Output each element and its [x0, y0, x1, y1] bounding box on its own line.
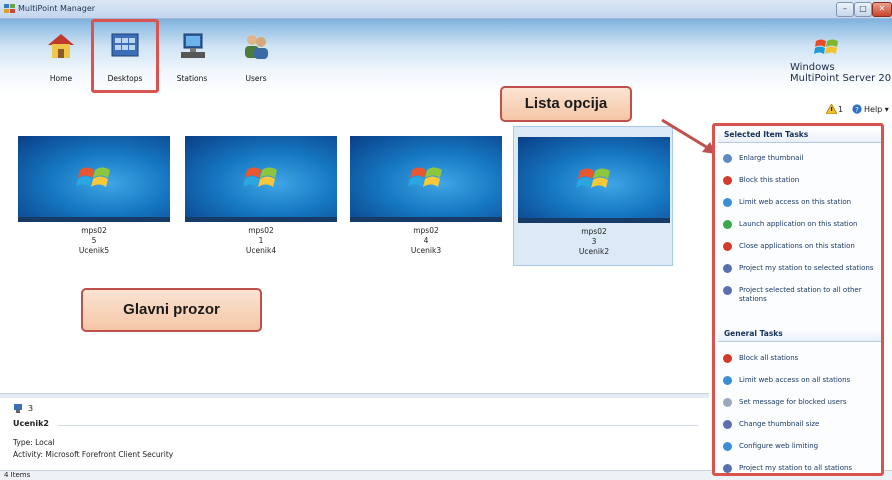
- station-tile[interactable]: mps02 4 Ucenik3: [346, 126, 506, 266]
- close-button[interactable]: ✕: [872, 2, 892, 17]
- status-text: 4 Items: [4, 471, 31, 479]
- tile-station: 1: [258, 236, 264, 245]
- nav-stations-label: Stations: [176, 74, 208, 83]
- users-icon: [245, 35, 268, 59]
- task-label: Enlarge thumbnail: [739, 154, 804, 162]
- windows-flag-icon: [243, 167, 277, 187]
- callout-arrow: [661, 118, 716, 154]
- minimize-button[interactable]: –: [836, 2, 854, 17]
- task-label: Project selected station to all other st…: [739, 286, 862, 303]
- zoom-icon: [723, 154, 732, 163]
- project-my-all-icon: [723, 464, 732, 473]
- tile-host: mps02: [581, 227, 607, 236]
- details-activity: Activity: Microsoft Forefront Client Sec…: [13, 450, 174, 459]
- nav-home[interactable]: Home: [31, 20, 91, 90]
- callout-main-window: Glavni prozor: [81, 288, 262, 332]
- configure-web-icon: [723, 442, 732, 451]
- tile-user: Ucenik2: [578, 247, 610, 256]
- tile-host: mps02: [413, 226, 439, 235]
- tile-host: mps02: [81, 226, 107, 235]
- task-label: Project my station to selected stations: [739, 264, 874, 272]
- details-divider: [58, 425, 698, 426]
- nav-users-label: Users: [245, 74, 267, 83]
- help-menu[interactable]: Help ▾: [864, 105, 889, 114]
- warning-icon[interactable]: [826, 104, 837, 114]
- tile-user: Ucenik3: [410, 246, 442, 255]
- info-icon: [723, 398, 732, 407]
- web-limit-icon: [723, 198, 732, 207]
- task-label: Limit web access on this station: [739, 198, 852, 206]
- details-name: Ucenik2: [13, 419, 49, 428]
- block-all-icon: [723, 354, 732, 363]
- project-all-icon: [723, 286, 732, 295]
- tile-station: 5: [91, 236, 97, 245]
- task-label: Block all stations: [739, 354, 799, 362]
- tile-user: Ucenik4: [245, 246, 277, 255]
- help-icon[interactable]: ?: [852, 104, 862, 114]
- task-label: Launch application on this station: [739, 220, 858, 228]
- station-icon: [14, 404, 22, 413]
- title-bar: [0, 0, 892, 19]
- nav-home-label: Home: [49, 74, 73, 83]
- task-panel: Selected Item Tasks General Tasks Enlarg…: [712, 123, 884, 476]
- callout-options-list: Lista opcija: [500, 86, 632, 122]
- task-label: Project my station to all stations: [739, 464, 853, 472]
- station-thumbnail: [18, 136, 170, 222]
- tile-info: mps02 5 Ucenik5: [14, 226, 174, 256]
- maximize-button[interactable]: □: [854, 2, 872, 17]
- app-icon: [4, 4, 15, 13]
- station-thumbnail: [518, 137, 670, 223]
- task-label: Limit web access on all stations: [739, 376, 851, 384]
- brand-windows: Windows: [790, 62, 835, 73]
- station-thumbnail: [350, 136, 502, 222]
- svg-text:?: ?: [855, 106, 859, 114]
- block-icon: [723, 176, 732, 185]
- task-label: Configure web limiting: [739, 442, 819, 450]
- details-station-number: 3: [28, 404, 34, 413]
- selected-tasks-header: Selected Item Tasks: [718, 128, 881, 143]
- toolbar: [0, 97, 892, 121]
- general-tasks-header: General Tasks: [718, 327, 881, 342]
- nav-users[interactable]: Users: [226, 20, 286, 90]
- station-tile[interactable]: mps02 5 Ucenik5: [14, 126, 174, 266]
- windows-flag-icon: [576, 168, 610, 188]
- thumbnail-size-icon: [723, 420, 732, 429]
- tile-host: mps02: [248, 226, 274, 235]
- task-label: Block this station: [739, 176, 800, 184]
- tile-user: Ucenik5: [78, 246, 110, 255]
- brand-product: MultiPoint Server 2011: [790, 73, 892, 84]
- web-limit-all-icon: [723, 376, 732, 385]
- window-title: MultiPoint Manager: [18, 4, 96, 13]
- launch-app-icon: [723, 220, 732, 229]
- task-label: Close applications on this station: [739, 242, 855, 250]
- tile-station: 4: [423, 236, 429, 245]
- close-app-icon: [723, 242, 732, 251]
- nav-stations[interactable]: Stations: [162, 20, 222, 90]
- tile-info: mps02 1 Ucenik4: [181, 226, 341, 256]
- tile-station: 3: [591, 237, 597, 246]
- tile-info: mps02 4 Ucenik3: [346, 226, 506, 256]
- station-thumbnail: [185, 136, 337, 222]
- warning-count: 1: [838, 105, 844, 114]
- pane-splitter[interactable]: [0, 393, 709, 398]
- details-type: Type: Local: [13, 438, 55, 447]
- home-icon: [48, 34, 74, 58]
- windows-flag-icon: [408, 167, 442, 187]
- project-icon: [723, 264, 732, 273]
- tile-info: mps02 3 Ucenik2: [514, 227, 674, 257]
- windows-logo: [814, 39, 838, 54]
- station-tile[interactable]: mps02 1 Ucenik4: [181, 126, 341, 266]
- details-pane: [6, 400, 709, 470]
- stations-icon: [181, 33, 205, 58]
- windows-flag-icon: [76, 167, 110, 187]
- desktops-highlight-frame: [91, 19, 159, 93]
- station-tile-selected[interactable]: mps02 3 Ucenik2: [513, 126, 673, 266]
- task-label: Change thumbnail size: [739, 420, 820, 428]
- task-label: Set message for blocked users: [739, 398, 847, 406]
